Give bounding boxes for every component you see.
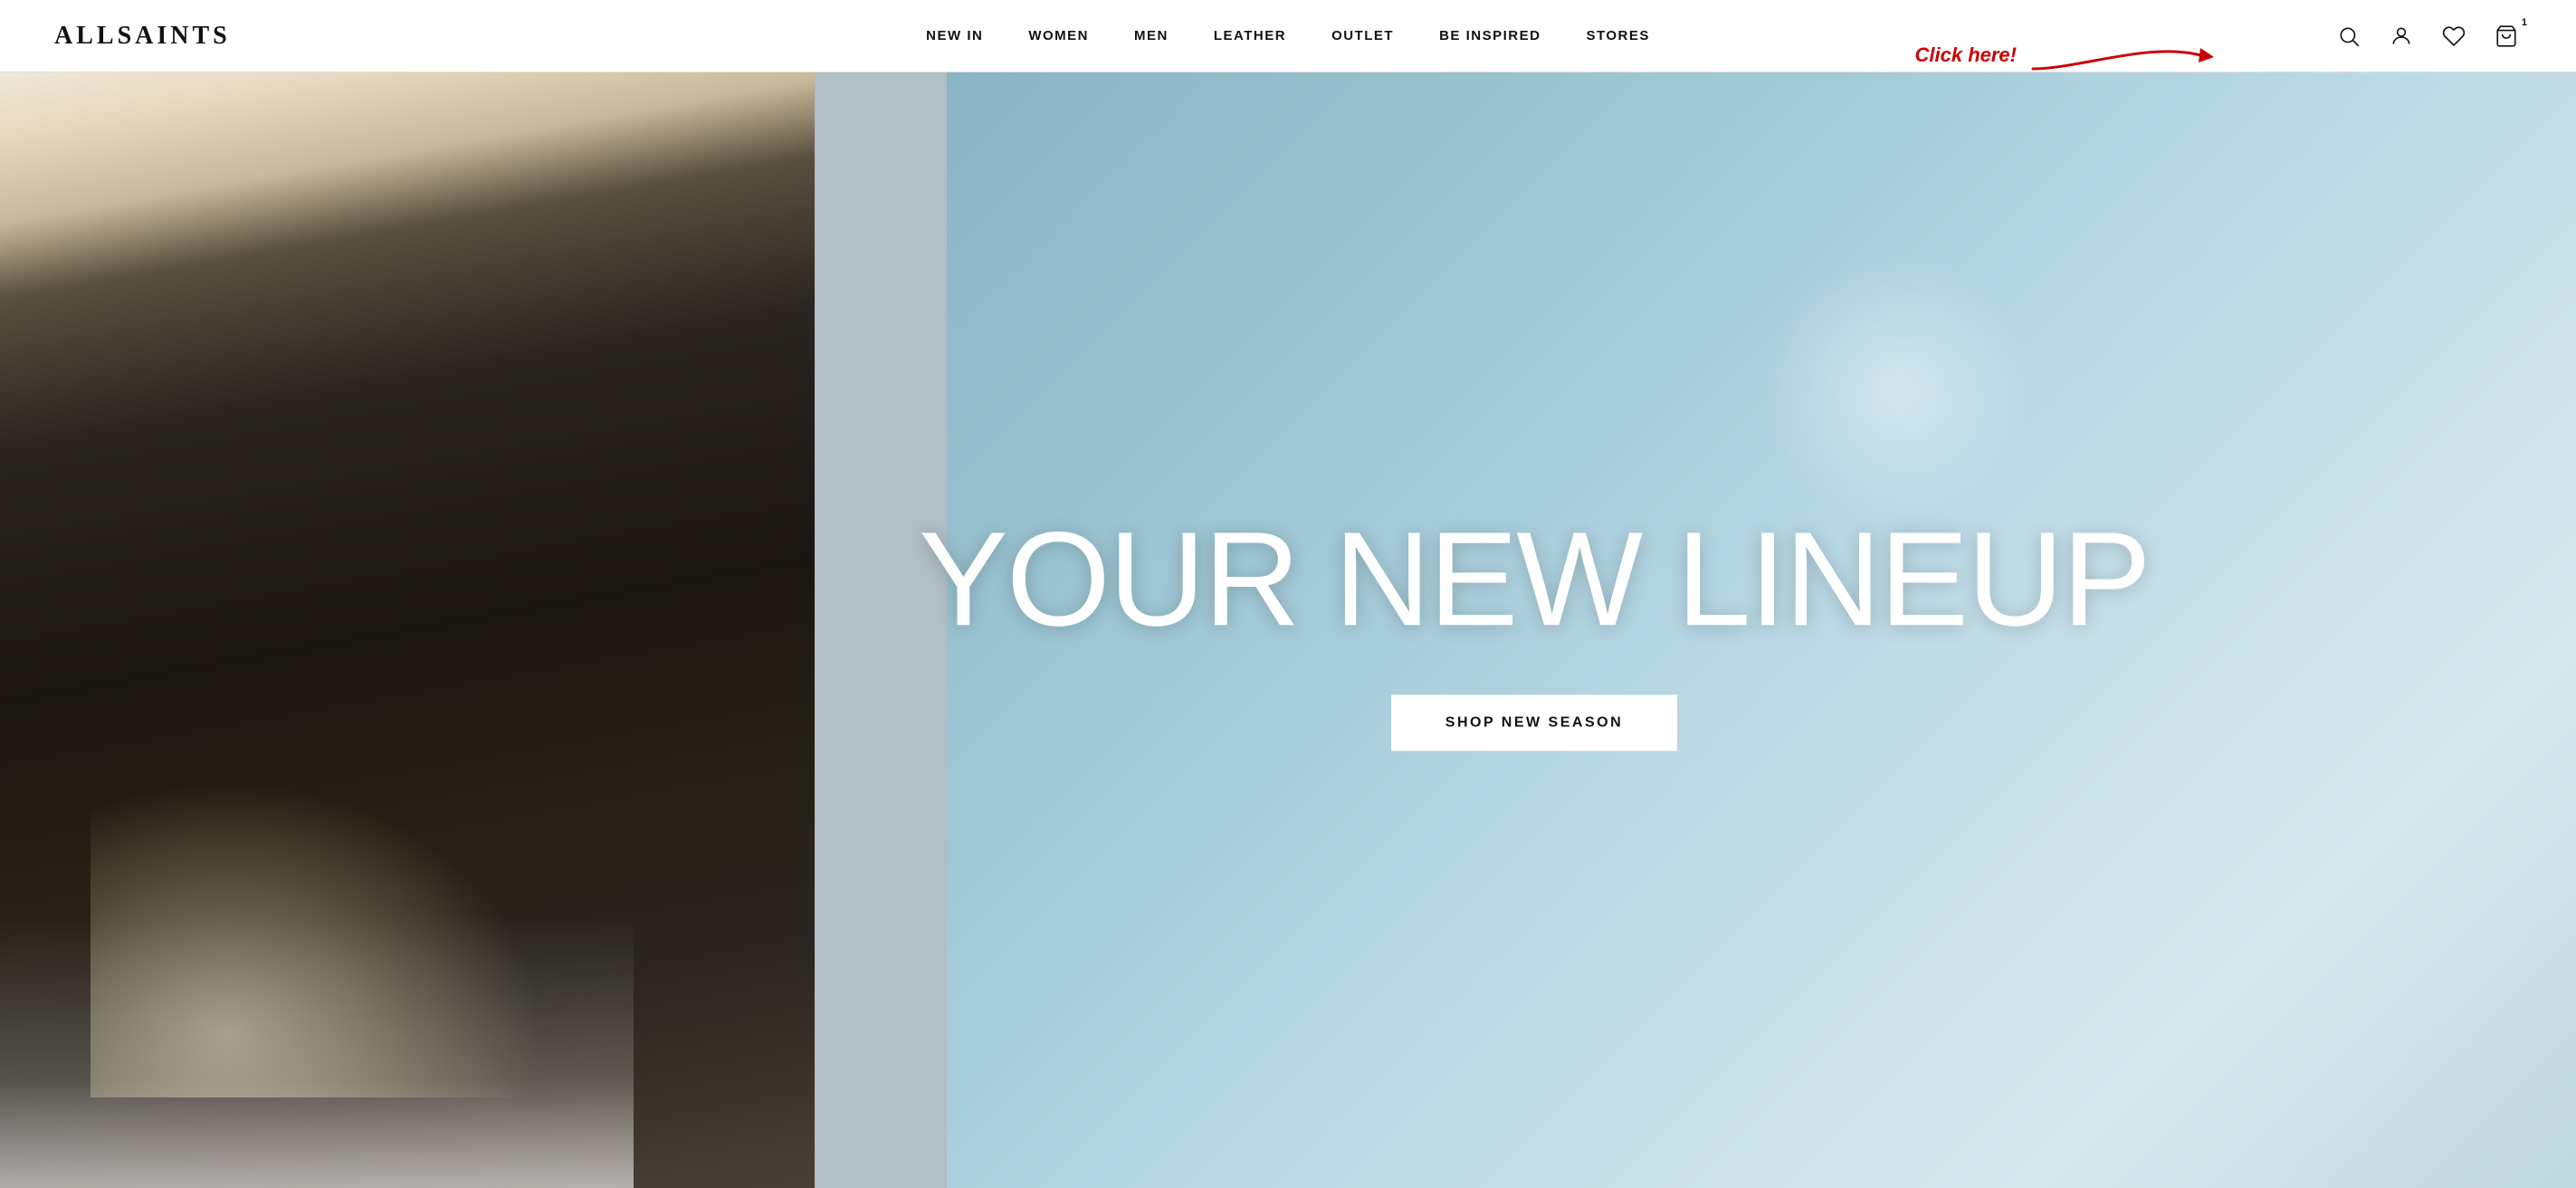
nav-item-outlet[interactable]: OUTLET	[1331, 28, 1394, 43]
wishlist-button[interactable]	[2438, 21, 2469, 52]
search-icon	[2337, 24, 2361, 48]
click-here-text: Click here!	[1915, 43, 2018, 67]
hero-light-flare	[1761, 254, 2033, 525]
heart-icon	[2442, 24, 2466, 48]
cart-icon	[2495, 24, 2518, 48]
hero-cta-button[interactable]: SHOP NEW SEASON	[1391, 695, 1677, 752]
nav-item-stores[interactable]: STORES	[1586, 28, 1649, 43]
hero-sunlight-ground	[91, 781, 543, 1097]
cart-count-badge: 1	[2522, 17, 2527, 28]
nav-item-men[interactable]: MEN	[1134, 28, 1169, 43]
nav-item-leather[interactable]: LEATHER	[1214, 28, 1286, 43]
hero-content: YOUR NEW LINEUP SHOP NEW SEASON	[919, 509, 2150, 751]
hero-section: YOUR NEW LINEUP SHOP NEW SEASON	[0, 72, 2576, 1188]
nav-item-new-in[interactable]: NEW IN	[926, 28, 983, 43]
site-header: ALLSAINTS NEW IN WOMEN MEN LEATHER OUTLE…	[0, 0, 2576, 72]
header-icons: Click here!	[2333, 21, 2522, 52]
main-nav: NEW IN WOMEN MEN LEATHER OUTLET BE INSPI…	[926, 28, 1650, 43]
search-button[interactable]	[2333, 21, 2364, 52]
nav-item-women[interactable]: WOMEN	[1028, 28, 1089, 43]
site-logo[interactable]: ALLSAINTS	[54, 22, 231, 51]
account-button[interactable]	[2386, 21, 2417, 52]
cart-button[interactable]: 1	[2491, 21, 2522, 52]
account-icon	[2390, 24, 2413, 48]
hero-title: YOUR NEW LINEUP	[919, 509, 2150, 649]
nav-item-be-inspired[interactable]: BE INSPIRED	[1439, 28, 1541, 43]
